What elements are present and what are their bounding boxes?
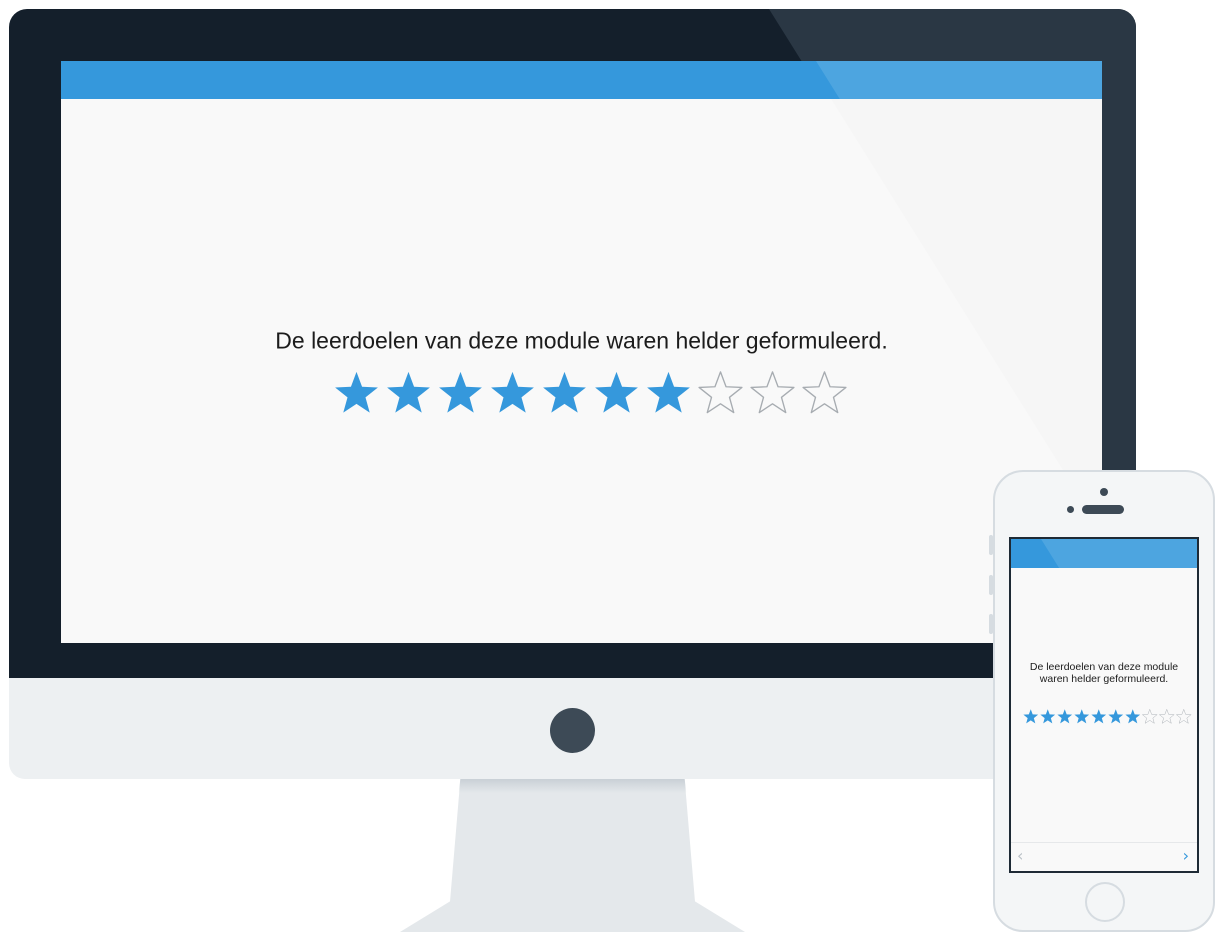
star-filled-icon[interactable] (438, 371, 483, 416)
monitor-stand (400, 779, 745, 932)
phone-sensor (1067, 506, 1074, 513)
star-filled-icon[interactable] (1091, 709, 1107, 725)
phone-nav-bar: ‹ › (1011, 842, 1197, 871)
star-filled-icon[interactable] (1040, 709, 1056, 725)
chevron-left-icon[interactable]: ‹ (1017, 847, 1023, 865)
star-filled-icon[interactable] (1108, 709, 1124, 725)
phone-question-text: De leerdoelen van deze module waren held… (1029, 661, 1179, 685)
star-filled-icon[interactable] (542, 371, 587, 416)
monitor-logo (550, 708, 595, 753)
star-empty-icon[interactable] (698, 371, 743, 416)
star-filled-icon[interactable] (594, 371, 639, 416)
phone-side-button (989, 614, 993, 634)
phone-side-button (989, 535, 993, 555)
star-filled-icon[interactable] (1023, 709, 1039, 725)
star-empty-icon[interactable] (750, 371, 795, 416)
phone-header-accent (1011, 539, 1060, 568)
phone-star-rating[interactable] (1023, 709, 1192, 725)
header-glare (816, 61, 1102, 99)
phone-camera (1100, 488, 1108, 496)
stand-shadow (458, 779, 687, 793)
phone-speaker (1082, 505, 1124, 514)
star-filled-icon[interactable] (1125, 709, 1141, 725)
star-filled-icon[interactable] (646, 371, 691, 416)
star-filled-icon[interactable] (386, 371, 431, 416)
question-text: De leerdoelen van deze module waren held… (275, 327, 888, 354)
star-empty-icon[interactable] (1176, 709, 1192, 725)
chevron-right-icon[interactable]: › (1183, 847, 1189, 865)
phone-side-button (989, 575, 993, 595)
star-filled-icon[interactable] (1074, 709, 1090, 725)
monitor-bezel: De leerdoelen van deze module waren held… (9, 9, 1136, 678)
star-filled-icon[interactable] (490, 371, 535, 416)
phone-device: De leerdoelen van deze module waren held… (993, 470, 1215, 932)
phone-home-button[interactable] (1085, 882, 1125, 922)
star-empty-icon[interactable] (1142, 709, 1158, 725)
star-rating[interactable] (334, 371, 847, 416)
star-empty-icon[interactable] (1159, 709, 1175, 725)
phone-header-bar (1011, 539, 1197, 568)
desktop-screen: De leerdoelen van deze module waren held… (61, 61, 1102, 643)
star-filled-icon[interactable] (1057, 709, 1073, 725)
star-filled-icon[interactable] (334, 371, 379, 416)
phone-screen: De leerdoelen van deze module waren held… (1009, 537, 1199, 873)
star-empty-icon[interactable] (802, 371, 847, 416)
desktop-header-bar (61, 61, 1102, 99)
